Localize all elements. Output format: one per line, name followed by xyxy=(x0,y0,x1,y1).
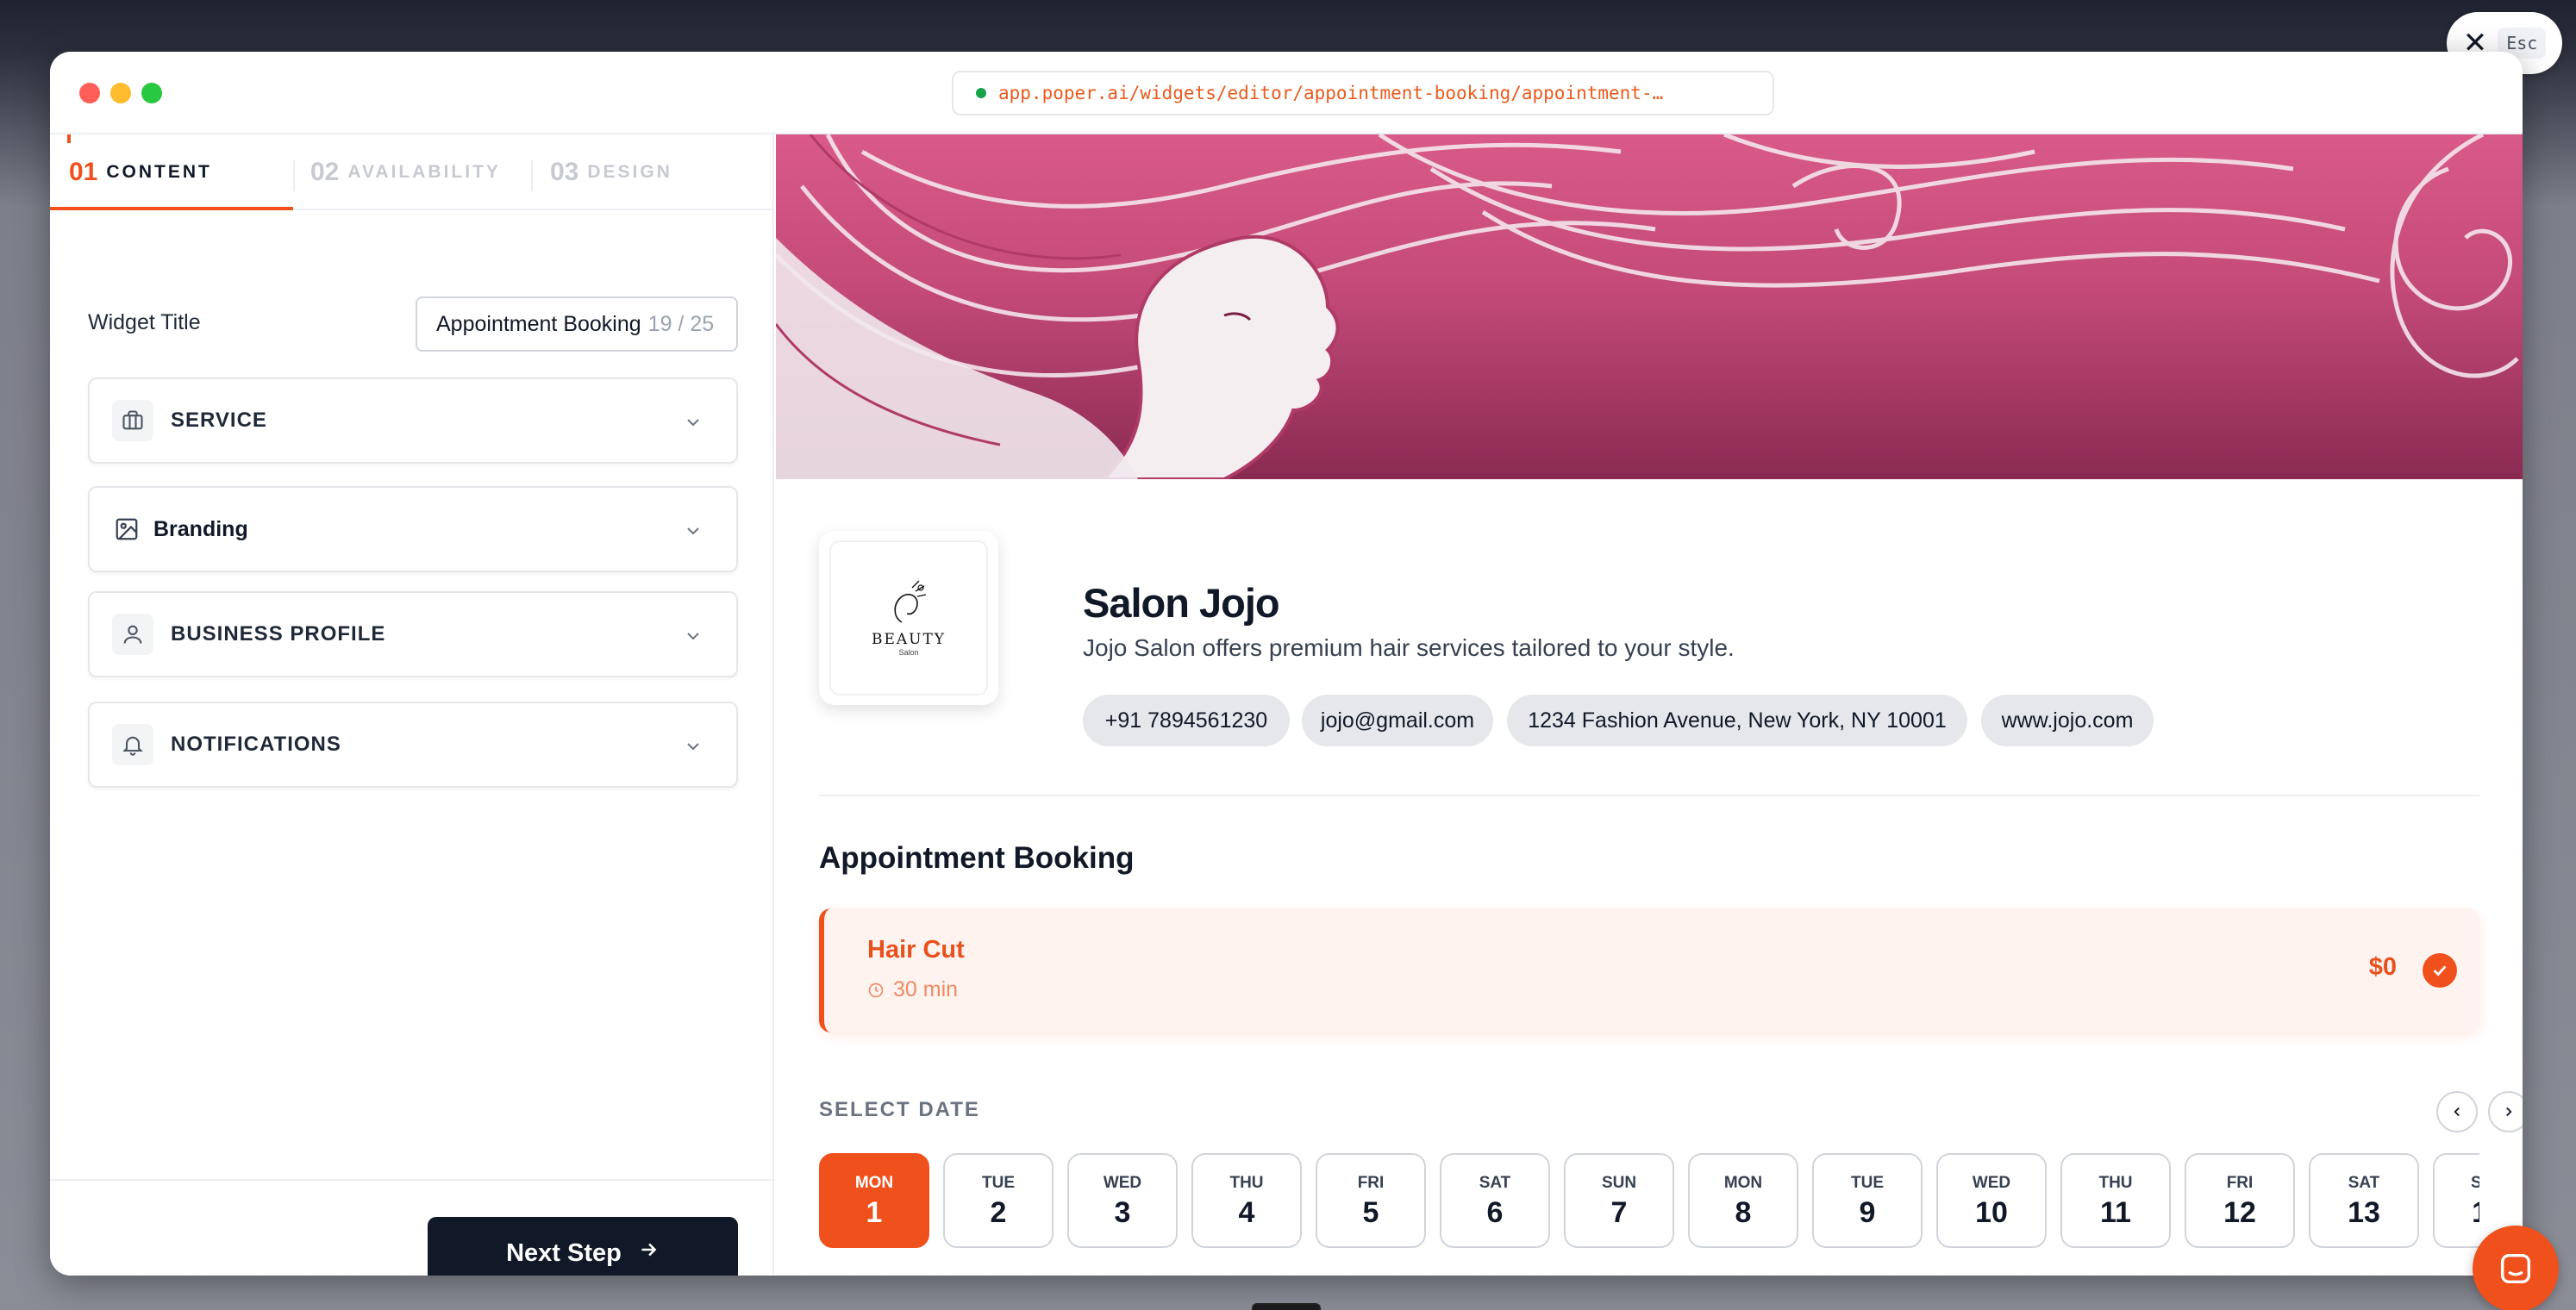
dock-handle xyxy=(1252,1303,1321,1310)
business-name: Salon Jojo xyxy=(1083,580,1280,626)
business-description: Jojo Salon offers premium hair services … xyxy=(1083,634,1735,661)
chevron-down-icon xyxy=(683,736,703,761)
clock-icon xyxy=(868,982,884,997)
accordion-notifications[interactable]: NOTIFICATIONS xyxy=(88,702,738,788)
chevron-left-icon xyxy=(2454,1107,2460,1117)
date-option[interactable]: MON 8 xyxy=(1688,1153,1798,1248)
footer-divider xyxy=(50,1179,774,1181)
service-price: $0 xyxy=(2368,953,2397,981)
widget-preview: BEAUTY Salon Salon Jojo Jojo Salon offer… xyxy=(776,134,2523,1276)
chevron-right-icon xyxy=(2506,1107,2512,1117)
image-icon xyxy=(112,508,141,550)
date-option[interactable]: FRI 12 xyxy=(2185,1153,2295,1248)
logo-subtext: Salon xyxy=(898,648,919,657)
select-date-label: SELECT DATE xyxy=(819,1098,980,1121)
widget-title-label: Widget Title xyxy=(88,310,201,334)
logo-wordmark: BEAUTY xyxy=(871,631,947,648)
date-option[interactable]: FRI 5 xyxy=(1316,1153,1426,1248)
accordion-business-profile[interactable]: BUSINESS PROFILE xyxy=(88,591,738,677)
website-chip[interactable]: www.jojo.com xyxy=(1981,695,2154,746)
date-option[interactable]: SAT 13 xyxy=(2309,1153,2419,1248)
date-option[interactable]: THU 4 xyxy=(1191,1153,1302,1248)
service-name: Hair Cut xyxy=(867,936,965,964)
date-option[interactable]: WED 3 xyxy=(1067,1153,1178,1248)
window-titlebar: app.poper.ai/widgets/editor/appointment-… xyxy=(50,52,2523,134)
tab-content[interactable]: 01 CONTENT xyxy=(69,134,212,210)
date-strip: MON 1 TUE 2 WED 3 THU 4 FRI 5 SAT 6 SUN 7 MON 8 … xyxy=(819,1153,2479,1250)
chevron-down-icon xyxy=(683,626,703,651)
step-tabs: 01 CONTENT 02 AVAILABILITY 03 DESIGN xyxy=(50,134,774,210)
user-icon xyxy=(112,614,153,655)
cover-banner-image xyxy=(776,134,2523,479)
chat-icon xyxy=(2500,1253,2531,1284)
booking-title: Appointment Booking xyxy=(819,841,1135,875)
address-bar[interactable]: app.poper.ai/widgets/editor/appointment-… xyxy=(952,71,1774,115)
briefcase-icon xyxy=(112,400,153,441)
date-option[interactable]: SUN14 xyxy=(2433,1153,2479,1248)
check-icon xyxy=(2423,953,2457,988)
tab-separator xyxy=(293,160,295,191)
widget-title-input[interactable]: Appointment Booking 19 / 25 xyxy=(416,296,738,352)
date-option[interactable]: SUN 7 xyxy=(1564,1153,1674,1248)
prev-dates-button[interactable] xyxy=(2436,1091,2478,1132)
business-logo: BEAUTY Salon xyxy=(819,531,998,705)
date-option[interactable]: THU 11 xyxy=(2060,1153,2171,1248)
next-dates-button[interactable] xyxy=(2488,1091,2523,1132)
profile-divider xyxy=(819,795,2479,796)
chevron-down-icon xyxy=(683,521,703,546)
chevron-down-icon xyxy=(683,412,703,437)
arrow-right-icon xyxy=(637,1238,660,1268)
email-chip[interactable]: jojo@gmail.com xyxy=(1302,695,1493,746)
window-minimize-light[interactable] xyxy=(110,83,131,103)
window-close-light[interactable] xyxy=(79,83,100,103)
tab-design[interactable]: 03 DESIGN xyxy=(550,134,672,210)
active-tab-underline xyxy=(50,207,293,210)
date-option[interactable]: SAT 6 xyxy=(1440,1153,1550,1248)
url-text: app.poper.ai/widgets/editor/appointment-… xyxy=(998,83,1664,103)
service-option-selected[interactable]: Hair Cut 30 min $0 xyxy=(819,908,2479,1032)
next-step-button[interactable]: Next Step xyxy=(428,1217,738,1276)
char-counter: 19 / 25 xyxy=(647,311,715,336)
salon-logo-icon xyxy=(894,580,927,623)
phone-chip[interactable]: +91 7894561230 xyxy=(1083,695,1290,746)
chat-launcher-button[interactable] xyxy=(2473,1226,2559,1310)
tab-separator xyxy=(531,160,533,191)
date-option[interactable]: TUE 2 xyxy=(943,1153,1054,1248)
service-duration: 30 min xyxy=(867,977,958,1002)
editor-panel: 01 CONTENT 02 AVAILABILITY 03 DESIGN Wid… xyxy=(50,134,774,1276)
window-maximize-light[interactable] xyxy=(141,83,162,103)
accordion-service[interactable]: SERVICE xyxy=(88,377,738,464)
address-chip[interactable]: 1234 Fashion Avenue, New York, NY 10001 xyxy=(1507,695,1967,746)
accordion-branding[interactable]: Branding xyxy=(88,486,738,572)
date-option[interactable]: TUE 9 xyxy=(1812,1153,1923,1248)
secure-dot-icon xyxy=(976,88,986,98)
date-option[interactable]: MON 1 xyxy=(819,1153,929,1248)
tab-availability[interactable]: 02 AVAILABILITY xyxy=(310,134,501,210)
date-option[interactable]: WED 10 xyxy=(1936,1153,2047,1248)
bell-icon xyxy=(112,724,153,765)
preview-window: app.poper.ai/widgets/editor/appointment-… xyxy=(50,52,2523,1276)
